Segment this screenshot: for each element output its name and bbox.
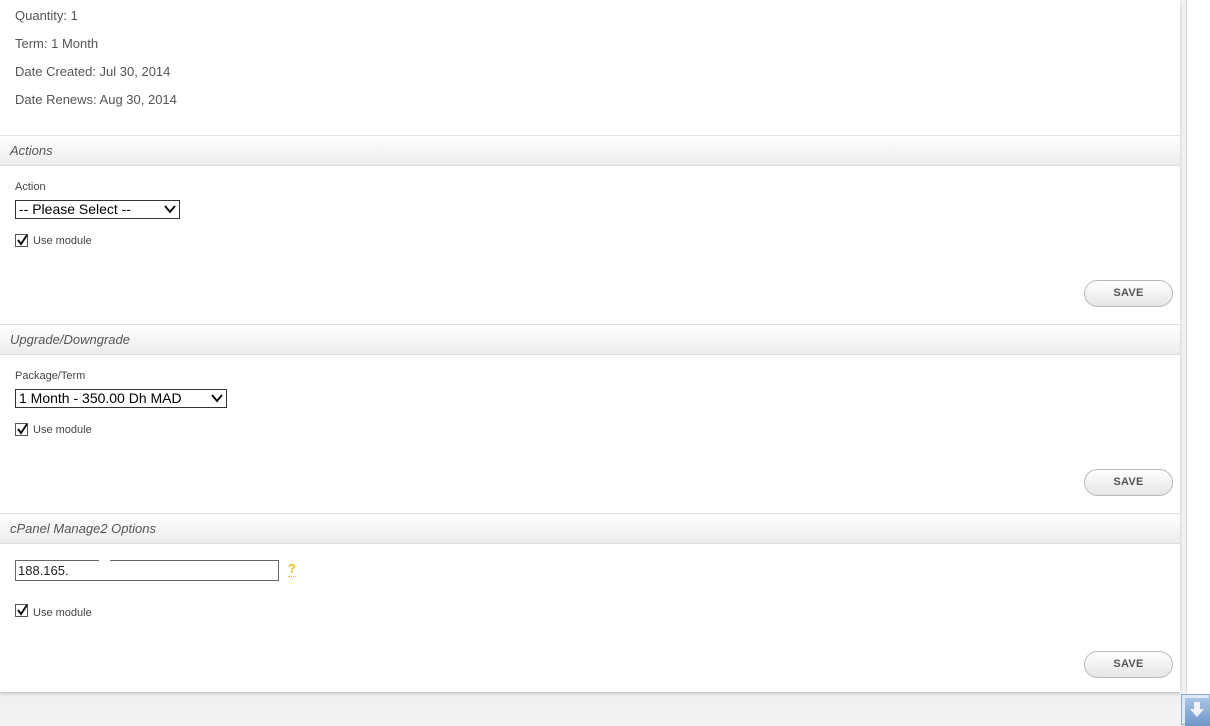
checkmark-icon [17,423,28,435]
upgrade-save-button[interactable]: SAVE [1084,469,1173,496]
cpanel-save-button[interactable]: SAVE [1084,651,1173,678]
chevron-down-icon [164,205,176,214]
upgrade-use-module-label[interactable]: Use module [33,424,92,436]
upgrade-use-module-checkbox[interactable] [15,423,28,436]
arrow-down-icon [1190,702,1204,717]
date-created-text: Date Created: Jul 30, 2014 [15,64,171,79]
action-field-label: Action [15,181,46,193]
help-icon[interactable]: ? [288,562,296,577]
cpanel-use-module-checkbox[interactable] [15,604,28,617]
cpanel-use-module-label[interactable]: Use module [33,607,92,619]
actions-use-module-checkbox[interactable] [15,234,28,247]
scrollbar[interactable] [1186,0,1210,725]
actions-use-module-label[interactable]: Use module [33,235,92,247]
package-term-select[interactable]: 1 Month - 350.00 Dh MAD [15,389,227,408]
upgrade-section-header: Upgrade/Downgrade [0,324,1180,355]
term-text: Term: 1 Month [15,36,99,51]
action-select[interactable]: -- Please Select -- [15,200,180,219]
actions-save-button[interactable]: SAVE [1084,280,1173,307]
checkmark-icon [17,604,28,616]
service-management-panel: Quantity: 1 Term: 1 Month Date Created: … [0,0,1180,692]
ip-address-input[interactable]: 188.165. [15,560,279,581]
package-term-select-value: 1 Month - 350.00 Dh MAD [19,390,182,406]
actions-section-header: Actions [0,135,1180,166]
action-select-value: -- Please Select -- [19,201,132,217]
redaction-mask [99,557,110,563]
actions-section-title: Actions [10,143,53,158]
cpanel-section-title: cPanel Manage2 Options [10,521,156,536]
upgrade-section-title: Upgrade/Downgrade [10,332,130,347]
package-term-label: Package/Term [15,370,86,382]
chevron-down-icon [211,394,223,403]
cpanel-section-header: cPanel Manage2 Options [0,513,1180,544]
checkmark-icon [17,234,28,246]
quantity-text: Quantity: 1 [15,8,78,23]
date-renews-text: Date Renews: Aug 30, 2014 [15,92,177,107]
scroll-down-button[interactable] [1181,694,1210,726]
